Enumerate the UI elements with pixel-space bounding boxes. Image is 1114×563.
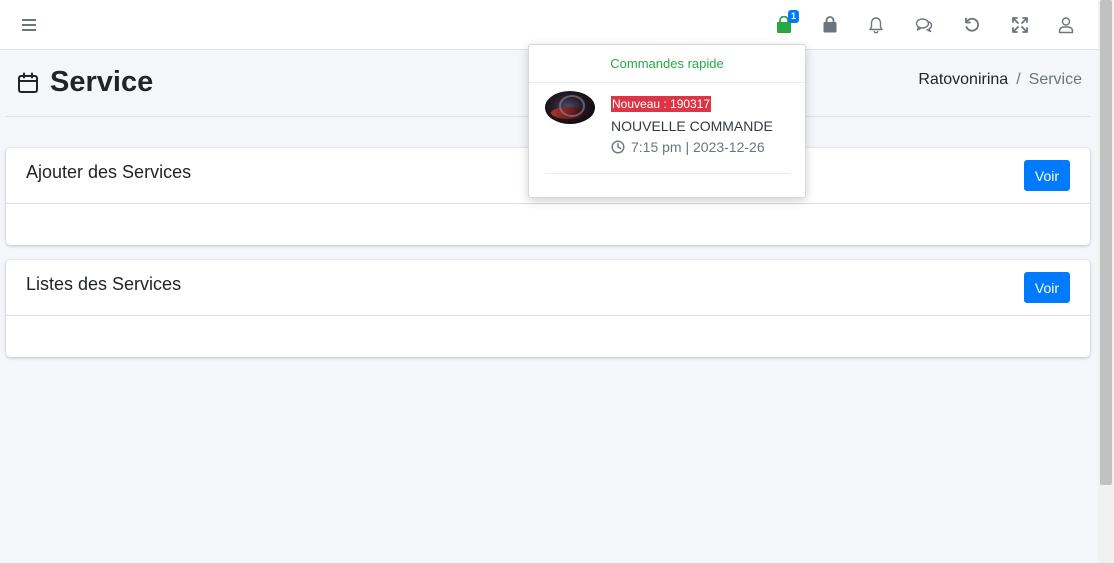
breadcrumb-separator: / (1016, 71, 1021, 88)
clock-icon (611, 140, 625, 154)
notifications-button[interactable] (859, 8, 893, 42)
view-add-services-button[interactable]: Voir (1023, 160, 1070, 191)
top-navbar: 1 (0, 0, 1098, 50)
user-menu-button[interactable] (1049, 8, 1083, 42)
quick-orders-dropdown: Commandes rapide Nouveau : 190317 NOUVEL… (528, 44, 806, 198)
menu-toggle-button[interactable] (12, 8, 46, 42)
page-title: Service (16, 66, 153, 99)
order-item[interactable]: Nouveau : 190317 NOUVELLE COMMANDE 7:15 … (529, 83, 805, 173)
dropdown-divider (545, 173, 790, 174)
calendar-icon (18, 72, 38, 93)
fullscreen-button[interactable] (1003, 8, 1037, 42)
order-avatar (545, 91, 595, 124)
bell-icon (869, 17, 883, 34)
list-services-card: Listes des Services Voir (6, 260, 1090, 357)
card-title: Listes des Services (26, 274, 182, 294)
messages-button[interactable] (907, 8, 941, 42)
page-scrollbar[interactable] (1098, 0, 1114, 563)
scrollbar-thumb[interactable] (1100, 0, 1112, 485)
breadcrumb-current: Service (1028, 71, 1082, 88)
card-title: Ajouter des Services (26, 162, 192, 182)
bars-icon (22, 19, 36, 31)
orders-button[interactable] (813, 8, 847, 42)
comments-icon (915, 18, 933, 33)
order-time-text: 7:15 pm | 2023-12-26 (631, 139, 765, 155)
dropdown-header: Commandes rapide (529, 45, 805, 83)
undo-icon (965, 17, 979, 32)
breadcrumb-home-link[interactable]: Ratovonirina (918, 71, 1008, 89)
user-icon (1058, 17, 1074, 34)
undo-button[interactable] (955, 8, 989, 42)
breadcrumb: Ratovonirina / Service (918, 71, 1082, 89)
view-list-services-button[interactable]: Voir (1023, 272, 1070, 303)
expand-icon (1012, 17, 1028, 33)
order-status-tag: Nouveau : 190317 (611, 96, 712, 112)
order-title: NOUVELLE COMMANDE (611, 118, 773, 134)
quick-orders-button[interactable]: 1 (767, 8, 801, 42)
order-time: 7:15 pm | 2023-12-26 (611, 139, 765, 155)
page-title-text: Service (50, 66, 154, 98)
shopping-bag-icon (823, 16, 837, 33)
card-header: Listes des Services Voir (6, 260, 1090, 316)
orders-count-badge: 1 (788, 10, 799, 23)
